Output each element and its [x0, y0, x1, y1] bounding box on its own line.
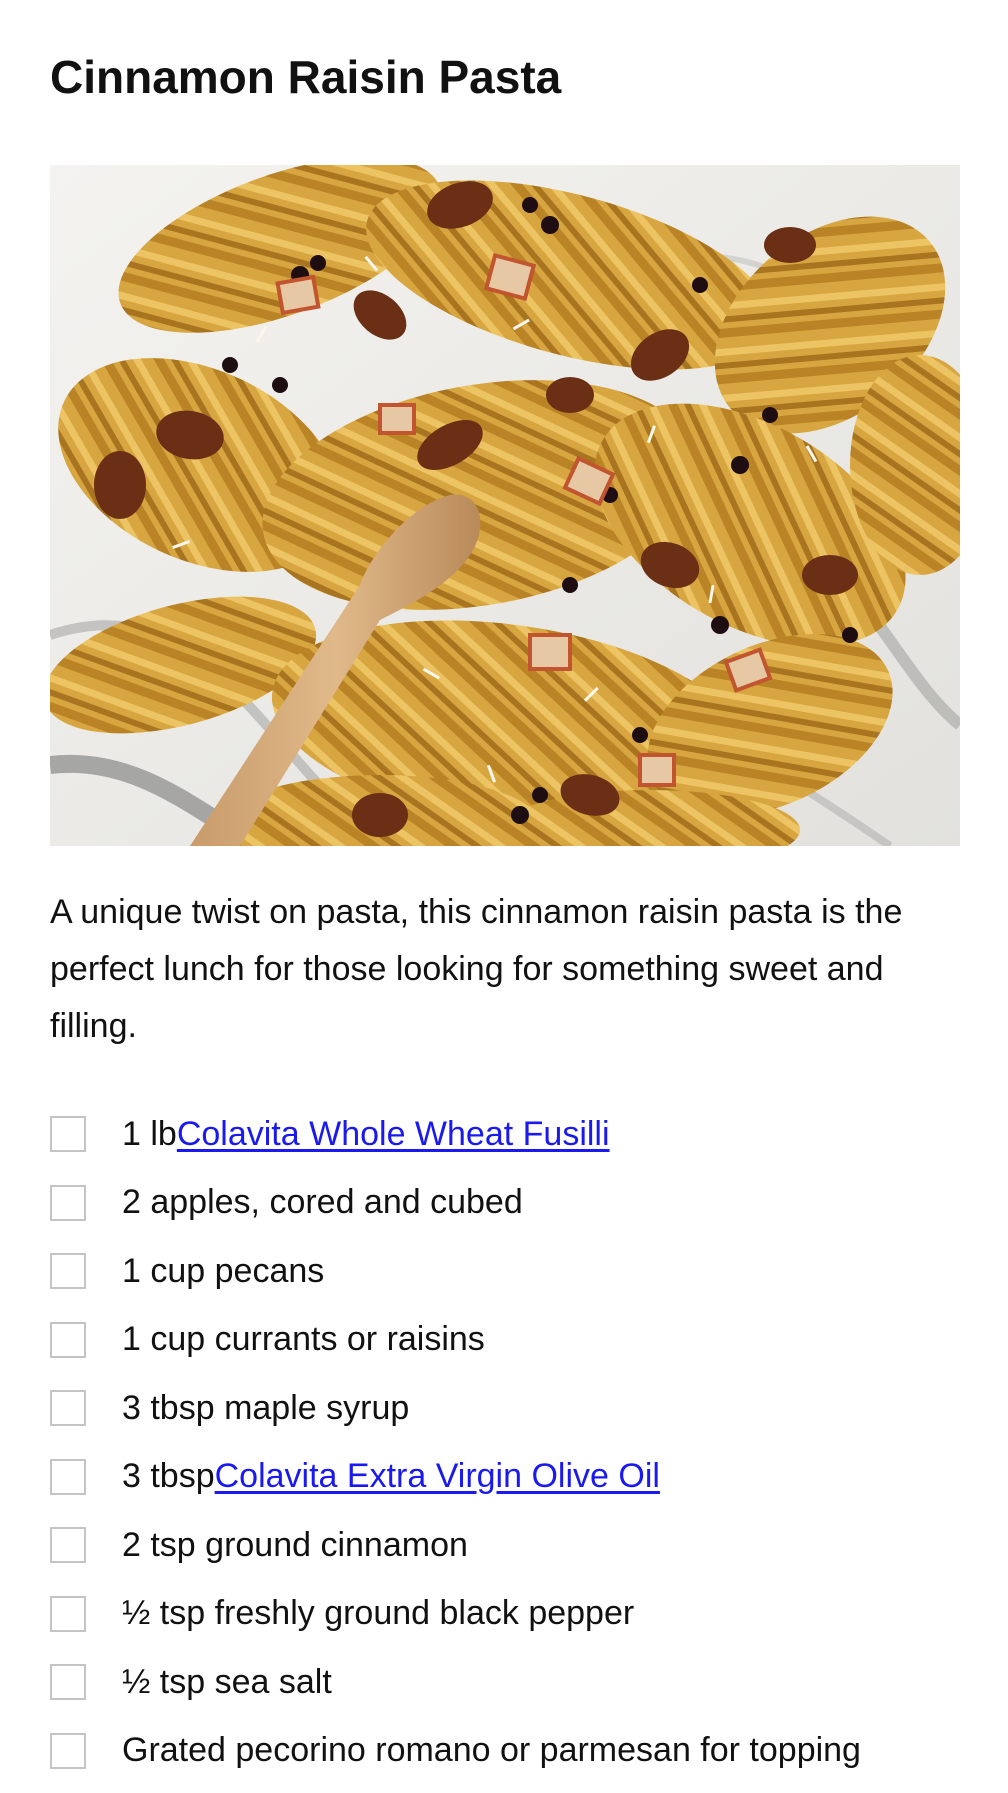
- ingredient-item: 2 apples, cored and cubed: [50, 1169, 990, 1238]
- ingredient-link[interactable]: Colavita Whole Wheat Fusilli: [177, 1115, 610, 1154]
- ingredient-text: ½ tsp freshly ground black pepper: [122, 1594, 635, 1633]
- ingredient-checkbox[interactable]: [50, 1664, 86, 1701]
- ingredient-item: Grated pecorino romano or parmesan for t…: [50, 1717, 990, 1786]
- ingredient-checkbox[interactable]: [50, 1321, 86, 1358]
- ingredient-item: 1 lb Colavita Whole Wheat Fusilli: [50, 1100, 990, 1169]
- ingredient-text: 2 tsp ground cinnamon: [122, 1525, 468, 1564]
- recipe-title: Cinnamon Raisin Pasta: [50, 51, 562, 103]
- ingredient-item: ½ tsp freshly ground black pepper: [50, 1580, 990, 1649]
- ingredient-item: 2 tsp ground cinnamon: [50, 1511, 990, 1580]
- recipe-photo: [50, 165, 960, 846]
- ingredient-item: ½ tsp sea salt: [50, 1648, 990, 1717]
- ingredient-text: 3 tbsp maple syrup: [122, 1388, 410, 1427]
- ingredient-item: 3 tbsp Colavita Extra Virgin Olive Oil: [50, 1443, 990, 1512]
- ingredient-checkbox[interactable]: [50, 1116, 86, 1153]
- ingredient-checkbox[interactable]: [50, 1390, 86, 1427]
- ingredient-checkbox[interactable]: [50, 1527, 86, 1564]
- ingredient-checkbox[interactable]: [50, 1732, 86, 1769]
- ingredient-checkbox[interactable]: [50, 1458, 86, 1495]
- ingredient-text: Grated pecorino romano or parmesan for t…: [122, 1731, 861, 1770]
- ingredient-checkbox[interactable]: [50, 1184, 86, 1221]
- ingredient-item: 1 cup pecans: [50, 1237, 990, 1306]
- ingredient-item: 1 cup currants or raisins: [50, 1306, 990, 1375]
- ingredient-checkbox[interactable]: [50, 1253, 86, 1290]
- ingredient-text: 1 cup pecans: [122, 1251, 325, 1290]
- ingredient-link[interactable]: Colavita Extra Virgin Olive Oil: [215, 1457, 660, 1496]
- recipe-description: A unique twist on pasta, this cinnamon r…: [50, 893, 903, 1045]
- ingredient-quantity: 1 lb: [122, 1114, 177, 1153]
- ingredient-item: 3 tbsp maple syrup: [50, 1374, 990, 1443]
- ingredient-text: 1 cup currants or raisins: [122, 1320, 485, 1359]
- ingredient-text: ½ tsp sea salt: [122, 1662, 332, 1701]
- ingredient-text: 2 apples, cored and cubed: [122, 1183, 523, 1222]
- ingredient-quantity: 3 tbsp: [122, 1457, 215, 1496]
- ingredient-list: 1 lb Colavita Whole Wheat Fusilli 2 appl…: [50, 1100, 990, 1785]
- ingredient-checkbox[interactable]: [50, 1595, 86, 1632]
